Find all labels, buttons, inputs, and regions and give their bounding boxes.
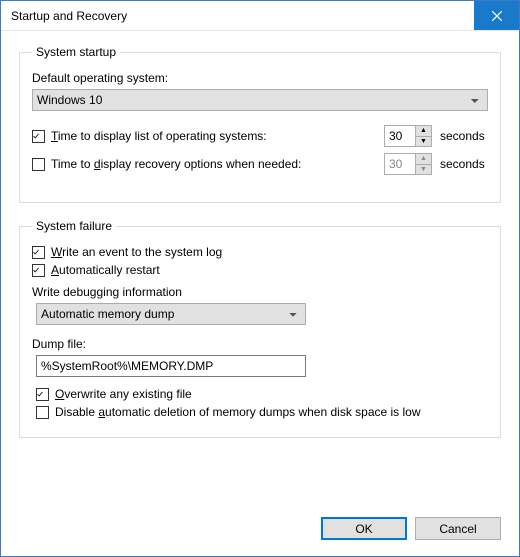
label-display-recovery: Time to display recovery options when ne… bbox=[51, 157, 301, 171]
ok-button[interactable]: OK bbox=[321, 517, 407, 540]
checkbox-write-event[interactable] bbox=[32, 246, 45, 259]
dialog-window: Startup and Recovery System startup Defa… bbox=[0, 0, 520, 557]
group-system-failure: System failure Write an event to the sys… bbox=[19, 219, 501, 438]
window-title: Startup and Recovery bbox=[1, 9, 127, 23]
group-system-startup: System startup Default operating system:… bbox=[19, 45, 501, 203]
spinner-os-list-seconds[interactable]: ▲ ▼ bbox=[384, 125, 432, 147]
default-os-label: Default operating system: bbox=[32, 71, 488, 85]
legend-system-failure: System failure bbox=[32, 219, 116, 233]
input-dump-file[interactable] bbox=[36, 355, 306, 377]
input-recovery-seconds bbox=[385, 154, 415, 174]
label-auto-restart: Automatically restart bbox=[51, 263, 160, 277]
dialog-content: System startup Default operating system:… bbox=[1, 31, 519, 507]
spin-down-icon: ▼ bbox=[416, 164, 431, 175]
close-button[interactable] bbox=[474, 1, 519, 30]
checkbox-display-os-list[interactable] bbox=[32, 130, 45, 143]
titlebar: Startup and Recovery bbox=[1, 1, 519, 31]
unit-os-list: seconds bbox=[440, 129, 488, 143]
checkbox-display-recovery[interactable] bbox=[32, 158, 45, 171]
default-os-select[interactable]: Windows 10 bbox=[32, 89, 488, 111]
unit-recovery: seconds bbox=[440, 157, 488, 171]
label-write-event: Write an event to the system log bbox=[51, 245, 222, 259]
spin-up-icon: ▲ bbox=[416, 154, 431, 164]
select-debug-info[interactable]: Automatic memory dump bbox=[36, 303, 306, 325]
row-display-recovery: Time to display recovery options when ne… bbox=[32, 153, 488, 175]
checkbox-overwrite[interactable] bbox=[36, 388, 49, 401]
spin-up-icon[interactable]: ▲ bbox=[416, 126, 431, 136]
checkbox-disable-delete[interactable] bbox=[36, 406, 49, 419]
label-overwrite: Overwrite any existing file bbox=[55, 387, 192, 401]
row-display-os-list: Time to display list of operating system… bbox=[32, 125, 488, 147]
input-os-list-seconds[interactable] bbox=[385, 126, 415, 146]
dialog-footer: OK Cancel bbox=[1, 507, 519, 556]
label-dump-file: Dump file: bbox=[32, 337, 488, 351]
label-debug-info: Write debugging information bbox=[32, 285, 488, 299]
label-display-os-list: Time to display list of operating system… bbox=[51, 129, 267, 143]
checkbox-auto-restart[interactable] bbox=[32, 264, 45, 277]
spinner-recovery-seconds: ▲ ▼ bbox=[384, 153, 432, 175]
legend-system-startup: System startup bbox=[32, 45, 120, 59]
label-disable-delete: Disable automatic deletion of memory dum… bbox=[55, 405, 421, 419]
cancel-button[interactable]: Cancel bbox=[415, 517, 501, 540]
close-icon bbox=[492, 11, 502, 21]
spin-down-icon[interactable]: ▼ bbox=[416, 136, 431, 147]
